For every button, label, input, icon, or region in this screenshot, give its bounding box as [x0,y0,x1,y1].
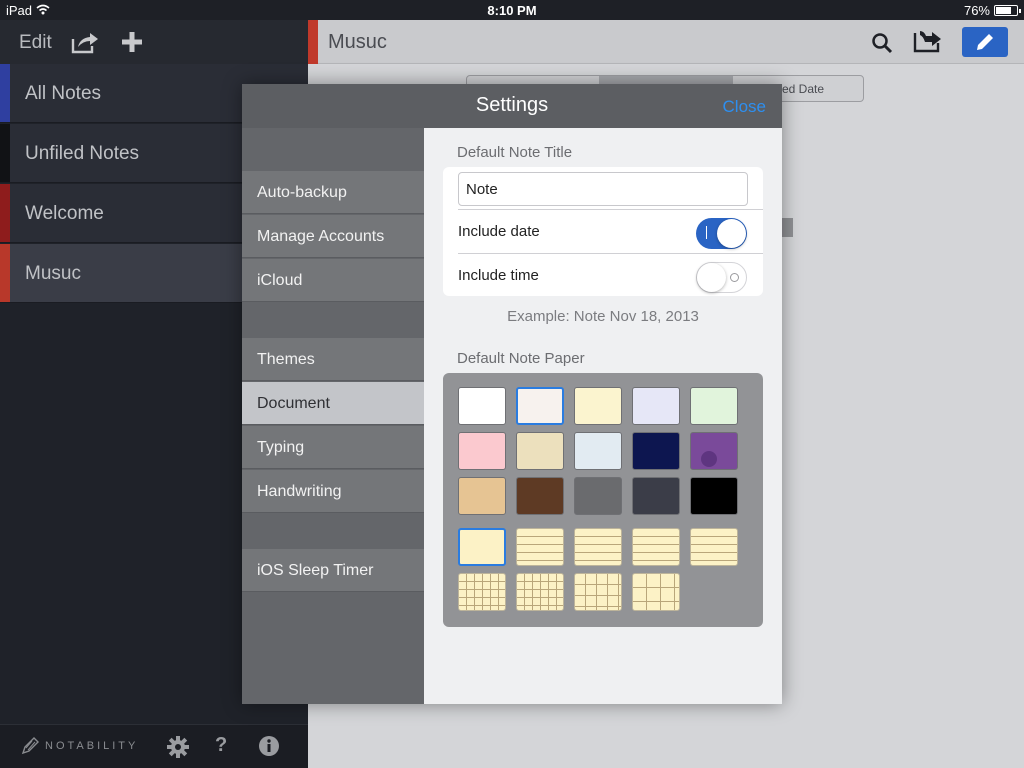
pencil-icon [977,34,993,50]
texture-dot [701,451,717,467]
section-title-default-note-paper: Default Note Paper [457,350,585,367]
paper-swatch[interactable] [458,432,506,470]
menu-item-icloud[interactable]: iCloud [242,259,424,302]
subject-label: Musuc [25,263,81,284]
subject-color-tag [308,20,318,64]
close-button[interactable]: Close [723,97,766,117]
settings-title: Settings [475,94,549,116]
note-title-input[interactable] [458,172,748,206]
menu-item-manage-accounts[interactable]: Manage Accounts [242,215,424,258]
menu-item-handwriting[interactable]: Handwriting [242,470,424,513]
subject-title: Musuc [328,31,387,53]
include-date-label: Include date [458,223,540,240]
paper-swatch-grid[interactable] [574,573,622,611]
battery-icon [994,5,1021,16]
section-title-default-note-title: Default Note Title [457,144,573,161]
brand-name: NOTABILITY [45,740,139,752]
paper-swatch-grid[interactable] [516,573,564,611]
sidebar-footer: NOTABILITY ? [0,724,308,768]
edit-button[interactable]: Edit [19,32,52,54]
paper-swatch[interactable] [632,432,680,470]
paper-swatch-lined[interactable] [690,528,738,566]
paper-swatch-lined[interactable] [574,528,622,566]
paper-swatch[interactable] [516,387,564,425]
paper-swatch-lined[interactable] [516,528,564,566]
include-time-label: Include time [458,267,539,284]
paper-swatch-plain[interactable] [458,528,506,566]
subject-label: All Notes [25,83,102,104]
menu-item-themes[interactable]: Themes [242,338,424,381]
add-icon[interactable] [121,31,143,58]
subject-color-bar [0,184,10,242]
paper-swatch[interactable] [574,432,622,470]
gear-icon[interactable] [166,735,190,764]
include-date-toggle[interactable] [696,218,747,249]
paper-swatch[interactable] [574,477,622,515]
import-icon[interactable] [912,29,944,60]
settings-header: Settings Close [242,84,782,128]
note-thumbnail-edge [782,218,793,237]
paper-swatch[interactable] [690,432,738,470]
notability-logo: NOTABILITY [20,736,138,756]
clock: 8:10 PM [487,3,537,18]
document-settings-pane: Default Note Title Include date Include … [424,128,782,704]
battery-text: 76% [963,3,990,18]
info-icon[interactable] [258,735,280,762]
search-icon[interactable] [871,32,893,59]
example-text: Example: Note Nov 18, 2013 [507,308,699,325]
paper-swatch[interactable] [516,432,564,470]
help-icon[interactable]: ? [215,734,227,757]
sidebar-toolbar: Edit [0,20,308,64]
paper-swatch-grid [443,373,763,627]
menu-item-ios-sleep-timer[interactable]: iOS Sleep Timer [242,549,424,592]
subject-label: Unfiled Notes [25,143,140,164]
settings-modal: Settings Close Auto-backup Manage Accoun… [242,84,782,704]
paper-swatch-grid[interactable] [632,573,680,611]
subject-color-bar [0,64,10,122]
pencil-logo-icon [21,737,39,755]
include-date-row: Include date [458,209,763,253]
paper-swatch[interactable] [690,387,738,425]
status-bar: iPad 8:10 PM 76% [0,0,1024,20]
new-note-button[interactable] [962,27,1008,57]
subject-color-bar [0,124,10,182]
menu-item-typing[interactable]: Typing [242,426,424,469]
menu-item-document[interactable]: Document [242,382,424,425]
subject-color-bar [0,244,10,302]
note-title-group: Include date Include time [443,167,763,296]
include-time-row: Include time [458,253,763,297]
subject-label: Welcome [25,203,104,224]
include-time-toggle[interactable] [696,262,747,293]
paper-swatch-lined[interactable] [632,528,680,566]
paper-swatch[interactable] [458,477,506,515]
share-icon[interactable] [70,30,100,59]
paper-swatch[interactable] [632,477,680,515]
paper-swatch[interactable] [516,477,564,515]
menu-item-auto-backup[interactable]: Auto-backup [242,171,424,214]
paper-swatch[interactable] [458,387,506,425]
settings-menu: Auto-backup Manage Accounts iCloud Theme… [242,128,424,704]
paper-swatch-grid[interactable] [458,573,506,611]
main-toolbar: Musuc [308,20,1024,64]
paper-swatch[interactable] [632,387,680,425]
paper-swatch[interactable] [690,477,738,515]
paper-swatch[interactable] [574,387,622,425]
